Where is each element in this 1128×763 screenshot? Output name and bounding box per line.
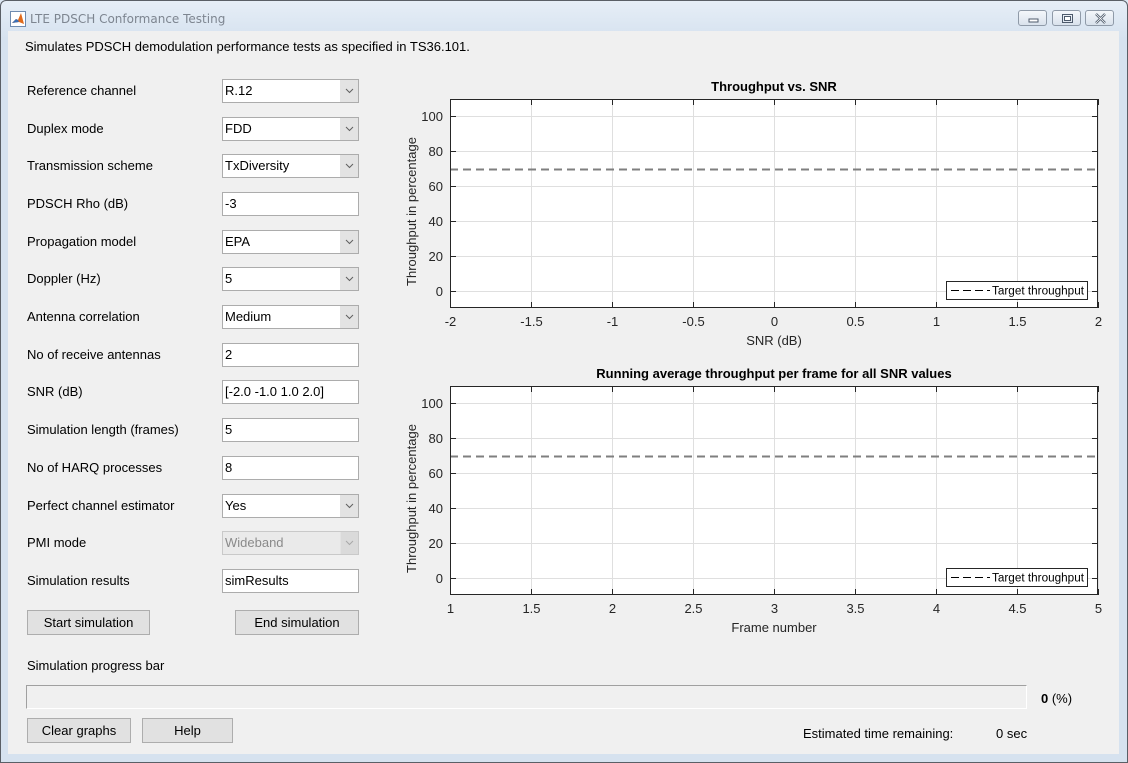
progress-bar-label: Simulation progress bar bbox=[27, 658, 165, 673]
antenna-correlation-value: Medium bbox=[225, 309, 272, 324]
no-of-receive-antennas-value: 2 bbox=[225, 347, 233, 362]
simulation-length-frames-label: Simulation length (frames) bbox=[27, 422, 179, 437]
perfect-channel-estimator-label: Perfect channel estimator bbox=[27, 498, 175, 513]
chevron-down-icon bbox=[345, 503, 354, 509]
simulation-results-value: simResults bbox=[225, 573, 289, 588]
start-simulation-button[interactable]: Start simulation bbox=[27, 610, 150, 635]
reference-channel-dropdown[interactable]: R.12 bbox=[222, 79, 359, 103]
pdsch-rho-db-label: PDSCH Rho (dB) bbox=[27, 196, 129, 211]
perfect-channel-estimator-dropdown[interactable]: Yes bbox=[222, 494, 359, 518]
simulation-progress-bar bbox=[26, 685, 1027, 709]
propagation-model-dropdown[interactable]: EPA bbox=[222, 230, 359, 254]
chevron-down-icon bbox=[345, 276, 354, 282]
chevron-down-icon bbox=[345, 88, 354, 94]
clear-graphs-button[interactable]: Clear graphs bbox=[27, 718, 131, 743]
chevron-down-icon bbox=[345, 163, 354, 169]
transmission-scheme-label: Transmission scheme bbox=[27, 158, 153, 173]
no-of-receive-antennas-input[interactable]: 2 bbox=[222, 343, 359, 367]
doppler-hz-dropdown[interactable]: 5 bbox=[222, 267, 359, 291]
dropdown-arrow[interactable] bbox=[340, 306, 358, 328]
no-of-harq-processes-label: No of HARQ processes bbox=[27, 460, 163, 475]
dropdown-arrow[interactable] bbox=[340, 155, 358, 177]
no-of-receive-antennas-label: No of receive antennas bbox=[27, 347, 161, 362]
pmi-mode-value: Wideband bbox=[225, 535, 284, 550]
reference-channel-value: R.12 bbox=[225, 83, 253, 98]
dropdown-arrow bbox=[340, 532, 358, 554]
window-title: LTE PDSCH Conformance Testing bbox=[30, 12, 226, 26]
duplex-mode-value: FDD bbox=[225, 121, 252, 136]
antenna-correlation-dropdown[interactable]: Medium bbox=[222, 305, 359, 329]
eta-value: 0 sec bbox=[996, 726, 1028, 741]
minimize-icon bbox=[1028, 18, 1039, 23]
pmi-mode-label: PMI mode bbox=[27, 535, 87, 550]
simulation-length-frames-value: 5 bbox=[225, 422, 233, 437]
snr-db-label: SNR (dB) bbox=[27, 384, 83, 399]
simulation-results-input[interactable]: simResults bbox=[222, 569, 359, 593]
propagation-model-value: EPA bbox=[225, 234, 251, 249]
chevron-down-icon bbox=[345, 314, 354, 320]
snr-db-input[interactable]: [-2.0 -1.0 1.0 2.0] bbox=[222, 380, 359, 404]
progress-percent: 0 (%) bbox=[1041, 691, 1072, 706]
dropdown-arrow[interactable] bbox=[340, 80, 358, 102]
duplex-mode-label: Duplex mode bbox=[27, 121, 104, 136]
dropdown-arrow[interactable] bbox=[340, 495, 358, 517]
perfect-channel-estimator-value: Yes bbox=[225, 498, 247, 513]
help-button[interactable]: Help bbox=[142, 718, 233, 743]
transmission-scheme-value: TxDiversity bbox=[225, 158, 290, 173]
propagation-model-label: Propagation model bbox=[27, 234, 137, 249]
maximize-icon bbox=[1062, 14, 1073, 23]
doppler-hz-value: 5 bbox=[225, 271, 233, 286]
reference-channel-label: Reference channel bbox=[27, 83, 137, 98]
simulation-length-frames-input[interactable]: 5 bbox=[222, 418, 359, 442]
matlab-logo-icon bbox=[10, 11, 26, 27]
maximize-button[interactable] bbox=[1052, 10, 1081, 26]
dropdown-arrow[interactable] bbox=[340, 118, 358, 140]
description-text: Simulates PDSCH demodulation performance… bbox=[25, 39, 470, 54]
eta-label: Estimated time remaining: bbox=[803, 726, 954, 741]
pdsch-rho-db-value: -3 bbox=[225, 196, 237, 211]
title-bar[interactable]: LTE PDSCH Conformance Testing bbox=[0, 0, 1128, 34]
close-icon bbox=[1095, 13, 1106, 24]
doppler-hz-label: Doppler (Hz) bbox=[27, 271, 101, 286]
simulation-results-label: Simulation results bbox=[27, 573, 130, 588]
transmission-scheme-dropdown[interactable]: TxDiversity bbox=[222, 154, 359, 178]
minimize-button[interactable] bbox=[1018, 10, 1047, 26]
chevron-down-icon bbox=[345, 126, 354, 132]
pdsch-rho-db-input[interactable]: -3 bbox=[222, 192, 359, 216]
progress-percent-unit: (%) bbox=[1048, 691, 1073, 706]
duplex-mode-dropdown[interactable]: FDD bbox=[222, 117, 359, 141]
chevron-down-icon bbox=[345, 239, 354, 245]
no-of-harq-processes-value: 8 bbox=[225, 460, 233, 475]
pmi-mode-dropdown: Wideband bbox=[222, 531, 359, 555]
no-of-harq-processes-input[interactable]: 8 bbox=[222, 456, 359, 480]
close-button[interactable] bbox=[1085, 10, 1114, 26]
dropdown-arrow[interactable] bbox=[340, 268, 358, 290]
main-panel: Simulates PDSCH demodulation performance… bbox=[8, 31, 1119, 754]
antenna-correlation-label: Antenna correlation bbox=[27, 309, 140, 324]
end-simulation-button[interactable]: End simulation bbox=[235, 610, 359, 635]
snr-db-value: [-2.0 -1.0 1.0 2.0] bbox=[225, 384, 325, 399]
dropdown-arrow[interactable] bbox=[340, 231, 358, 253]
chevron-down-icon bbox=[345, 540, 354, 546]
